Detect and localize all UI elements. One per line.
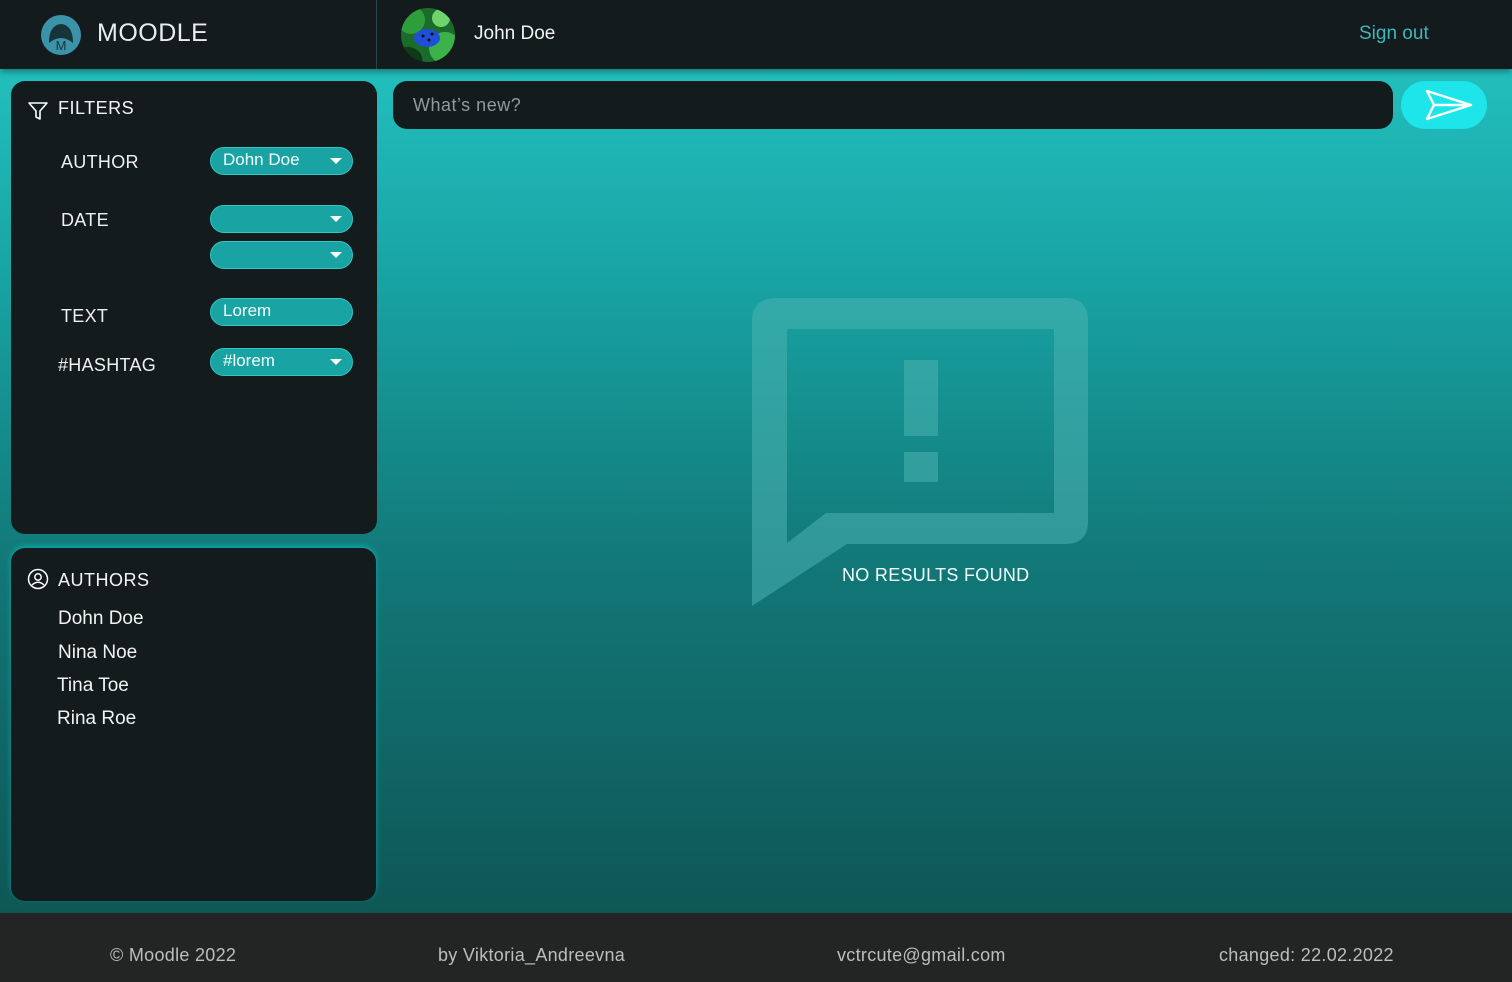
avatar[interactable] (401, 8, 455, 62)
brand-name: MOODLE (97, 19, 209, 47)
filter-icon (28, 102, 48, 120)
brand[interactable]: M MOODLE (0, 0, 377, 69)
chevron-down-icon (330, 158, 342, 164)
main-area: FILTERS AUTHOR Dohn Doe DATE TEXT Lorem … (0, 69, 1512, 913)
user-circle-icon (27, 568, 49, 590)
user-name[interactable]: John Doe (474, 23, 555, 45)
filters-title: FILTERS (58, 98, 135, 118)
authors-panel: AUTHORS Dohn Doe Nina Noe Tina Toe Rina … (11, 548, 376, 901)
top-bar: M MOODLE John Doe Sign out (0, 0, 1512, 69)
no-results-message: NO RESULTS FOUND (842, 565, 1030, 585)
footer-author: by Viktoria_Andreevna (438, 945, 626, 965)
authors-title: AUTHORS (58, 570, 150, 590)
hashtag-filter-select[interactable]: #lorem (210, 348, 353, 376)
author-filter-value: Dohn Doe (223, 150, 300, 169)
post-input-placeholder: What’s new? (413, 95, 522, 115)
send-icon (1425, 89, 1473, 121)
avatar-image (401, 8, 455, 62)
message-alert-icon (752, 298, 1088, 606)
post-input[interactable]: What’s new? (393, 81, 1393, 129)
author-item[interactable]: Tina Toe (57, 675, 129, 697)
author-item[interactable]: Dohn Doe (58, 608, 144, 630)
svg-text:M: M (56, 38, 67, 53)
chevron-down-icon (330, 359, 342, 365)
author-filter-label: AUTHOR (61, 152, 139, 172)
chevron-down-icon (330, 216, 342, 222)
send-button[interactable] (1401, 81, 1487, 129)
hashtag-filter-value: #lorem (223, 351, 275, 370)
text-filter-input[interactable]: Lorem (210, 298, 353, 326)
chevron-down-icon (330, 252, 342, 258)
footer-changed-date: changed: 22.02.2022 (1219, 945, 1394, 965)
text-filter-value: Lorem (223, 301, 272, 320)
hashtag-filter-label: #HASHTAG (58, 355, 157, 375)
sign-out-link[interactable]: Sign out (1359, 23, 1429, 45)
footer: © Moodle 2022 by Viktoria_Andreevna vctr… (0, 913, 1512, 982)
footer-email[interactable]: vctrcute@gmail.com (837, 945, 1006, 966)
author-filter-select[interactable]: Dohn Doe (210, 147, 353, 175)
author-item[interactable]: Nina Noe (58, 642, 137, 664)
text-filter-label: TEXT (61, 306, 109, 326)
date-to-select[interactable] (210, 241, 353, 269)
filters-panel: FILTERS AUTHOR Dohn Doe DATE TEXT Lorem … (11, 81, 377, 534)
date-from-select[interactable] (210, 205, 353, 233)
footer-copyright: © Moodle 2022 (110, 945, 237, 965)
date-filter-label: DATE (61, 210, 109, 230)
author-item[interactable]: Rina Roe (57, 708, 136, 730)
moodle-logo-icon: M (41, 15, 81, 55)
